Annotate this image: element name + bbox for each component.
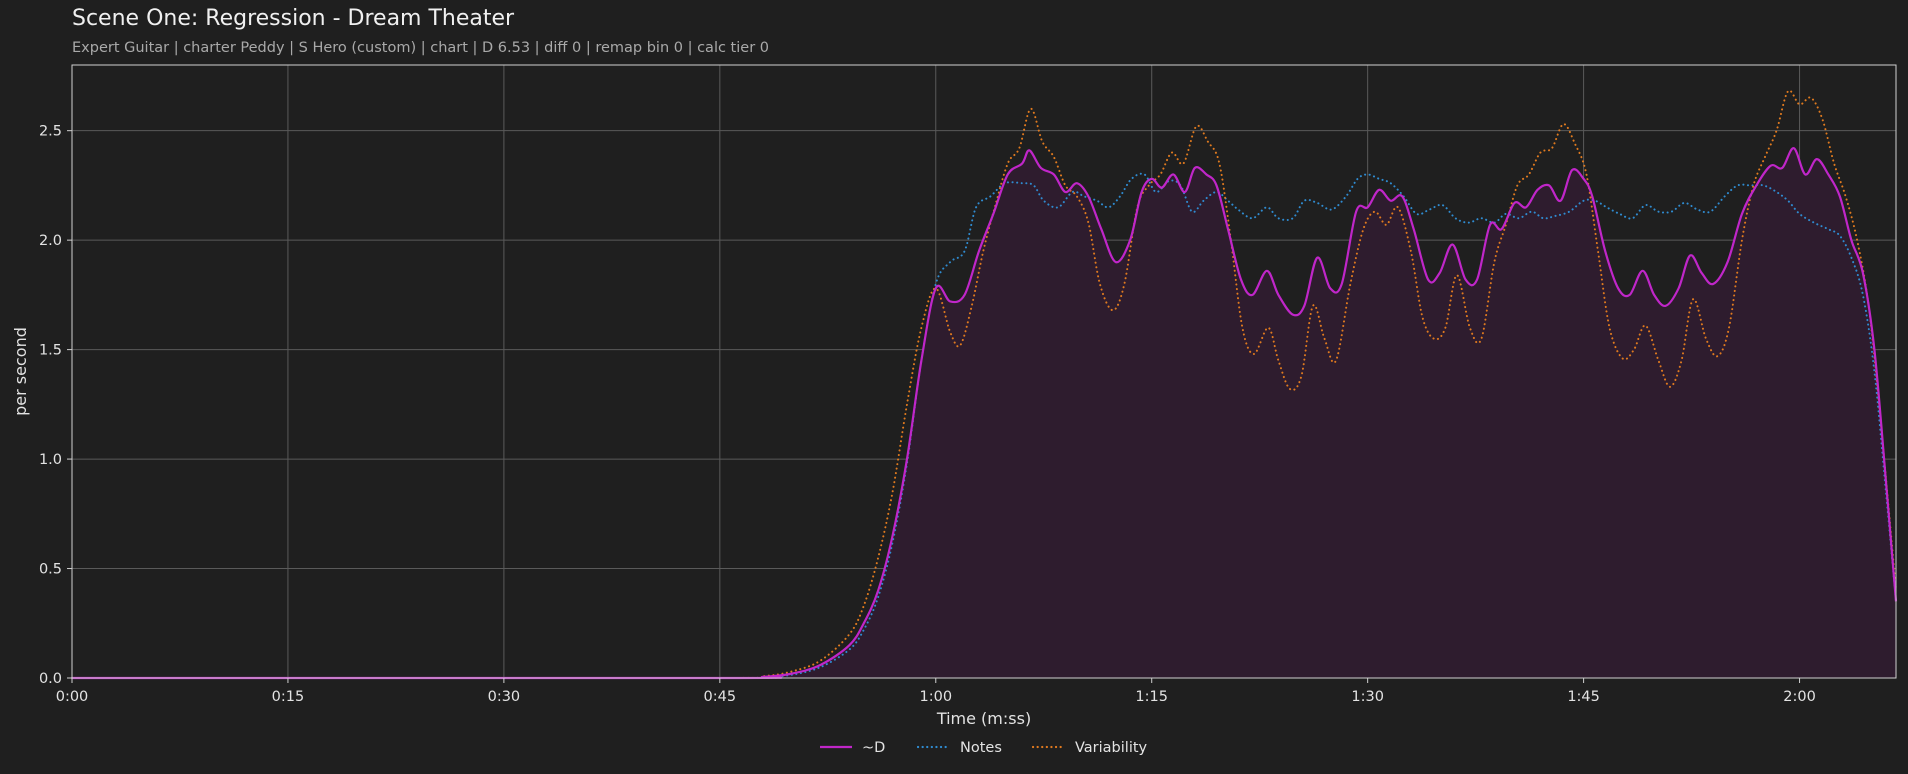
legend-label: Notes	[960, 740, 1002, 756]
series-fills	[72, 148, 1896, 678]
y-tick-label: 0.0	[39, 671, 62, 687]
x-tick-label: 1:30	[1351, 689, 1384, 705]
x-tick-label: 0:00	[56, 689, 89, 705]
x-tick-label: 1:15	[1135, 689, 1168, 705]
x-axis-ticks: 0:00 0:15 0:30 0:45 1:00 1:15 1:30 1:45 2:00	[56, 678, 1816, 705]
y-tick-label: 2.5	[39, 124, 62, 140]
legend: ~D Notes Variability	[820, 740, 1148, 756]
x-tick-label: 0:15	[272, 689, 305, 705]
y-axis-label: per second	[11, 327, 30, 416]
y-tick-label: 2.0	[39, 233, 62, 249]
y-tick-label: 1.0	[39, 452, 62, 468]
x-axis-label: Time (m:ss)	[936, 709, 1031, 728]
x-tick-label: 2:00	[1783, 689, 1816, 705]
legend-label: Variability	[1075, 740, 1148, 756]
y-tick-label: 1.5	[39, 343, 62, 359]
x-tick-label: 1:00	[919, 689, 952, 705]
series-area-fill	[72, 148, 1896, 678]
x-tick-label: 0:30	[488, 689, 521, 705]
y-tick-label: 0.5	[39, 562, 62, 578]
chart-svg: 0:00 0:15 0:30 0:45 1:00 1:15 1:30 1:45 2:00 0.0…	[11, 64, 1898, 756]
x-tick-label: 0:45	[704, 689, 737, 705]
legend-label: ~D	[862, 740, 885, 756]
x-tick-label: 1:45	[1567, 689, 1600, 705]
y-axis-ticks: 0.0 0.5 1.0 1.5 2.0 2.5	[39, 124, 72, 687]
